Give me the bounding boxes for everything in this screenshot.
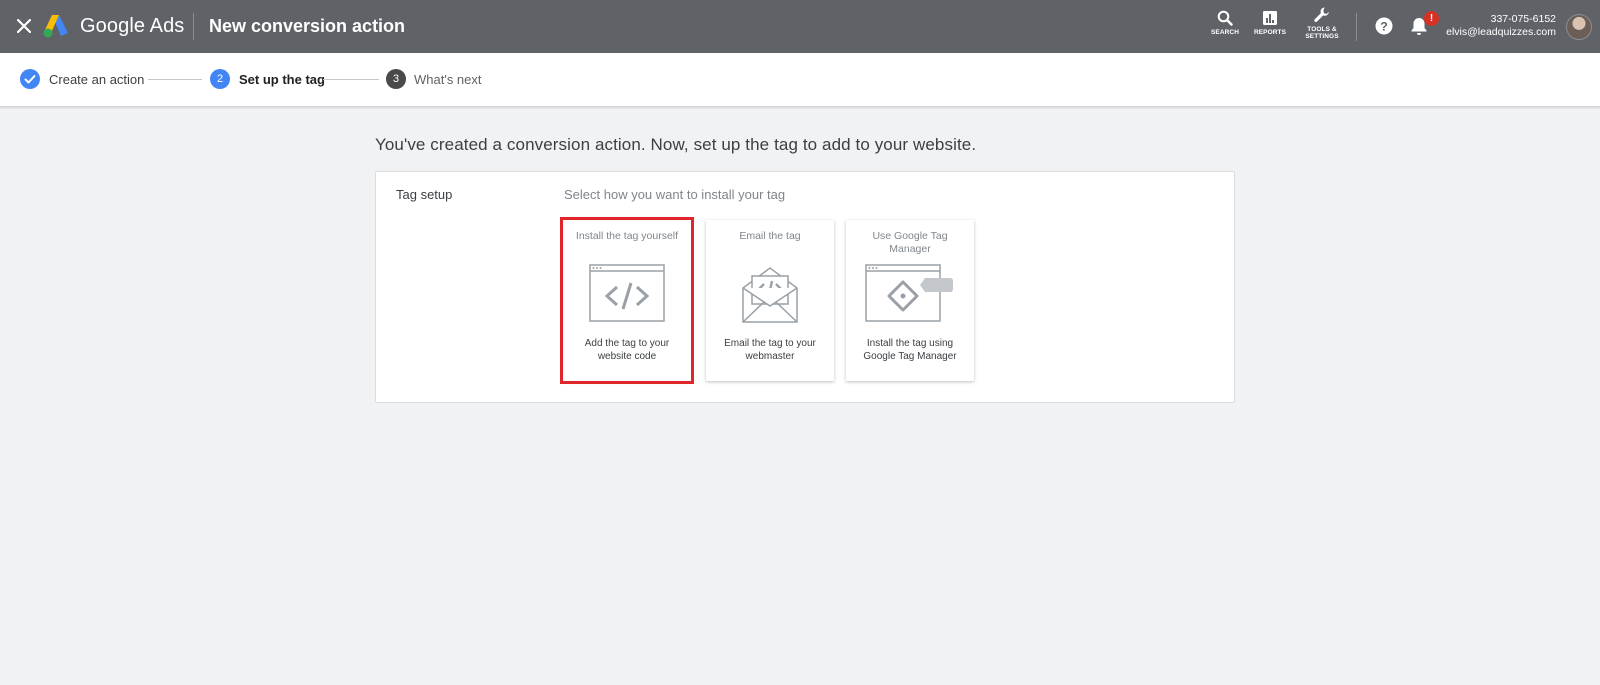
option-desc-line1: Add the tag to your: [584, 338, 670, 349]
option-desc-line2: webmaster: [745, 350, 795, 362]
code-window-icon: [589, 264, 665, 322]
tools-label-line1: TOOLS &: [1307, 26, 1337, 33]
account-email: elvis@leadquizzes.com: [1446, 26, 1556, 38]
tools-settings-button[interactable]: TOOLS & SETTINGS: [1297, 6, 1347, 40]
step-3-number: 3: [386, 69, 406, 89]
help-icon: ?: [1375, 17, 1393, 35]
step-set-up-tag[interactable]: Set up the tag: [239, 72, 325, 87]
step-create-action[interactable]: Create an action: [49, 72, 144, 87]
search-icon: [1217, 10, 1233, 26]
section-label: Tag setup: [396, 187, 453, 202]
close-button[interactable]: [12, 14, 36, 38]
option-desc-line1: Install the tag using: [866, 338, 954, 349]
reports-icon: [1263, 11, 1277, 25]
close-icon: [17, 19, 31, 33]
step-connector: [148, 79, 202, 80]
option-email-tag[interactable]: Email the tag Email the tag to your webm…: [706, 220, 834, 381]
tag-setup-card: Tag setup Select how you want to install…: [375, 171, 1235, 403]
option-title: Install the tag yourself: [575, 230, 679, 242]
step-connector: [323, 79, 379, 80]
option-desc-line2: website code: [597, 350, 657, 362]
checkmark-icon: [24, 75, 36, 84]
option-desc-line1: Email the tag to your: [724, 338, 816, 349]
option-install-yourself[interactable]: Install the tag yourself Add the tag to …: [560, 217, 694, 384]
avatar[interactable]: [1566, 14, 1592, 40]
search-label: SEARCH: [1210, 29, 1240, 36]
option-title-line1: Use Google Tag: [872, 230, 948, 242]
toolbar-divider: [1356, 13, 1357, 41]
progress-stepper: Create an action 2 Set up the tag 3 What…: [0, 53, 1600, 107]
account-info[interactable]: 337-075-6152 elvis@leadquizzes.com: [1446, 13, 1556, 39]
header-divider: [193, 13, 194, 40]
wrench-icon: [1314, 7, 1329, 22]
brand-name: Google Ads: [80, 15, 185, 37]
help-button[interactable]: ?: [1375, 17, 1393, 40]
step-1-complete-icon: [20, 69, 40, 89]
section-hint: Select how you want to install your tag: [564, 187, 786, 202]
email-code-icon: [742, 267, 798, 323]
page-title: New conversion action: [209, 16, 406, 36]
step-2-number: 2: [210, 69, 230, 89]
tools-label-line2: SETTINGS: [1305, 33, 1339, 40]
option-title-line2: Manager: [889, 243, 931, 255]
option-google-tag-manager[interactable]: Use Google Tag Manager Install the tag u…: [846, 220, 974, 381]
option-title: Email the tag: [739, 230, 801, 242]
svg-text:?: ?: [1380, 20, 1387, 34]
step-whats-next[interactable]: What's next: [414, 72, 482, 87]
top-bar: Google Ads New conversion action SEARCH …: [0, 0, 1600, 53]
reports-button[interactable]: REPORTS: [1245, 10, 1295, 36]
account-id: 337-075-6152: [1490, 13, 1556, 25]
page-headline: You've created a conversion action. Now,…: [375, 135, 977, 154]
notification-badge: !: [1424, 11, 1439, 26]
google-ads-logo-icon: [43, 15, 68, 38]
tag-manager-icon: [865, 264, 953, 322]
option-desc-line2: Google Tag Manager: [863, 350, 957, 362]
search-button[interactable]: SEARCH: [1200, 10, 1250, 36]
reports-label: REPORTS: [1253, 29, 1287, 36]
